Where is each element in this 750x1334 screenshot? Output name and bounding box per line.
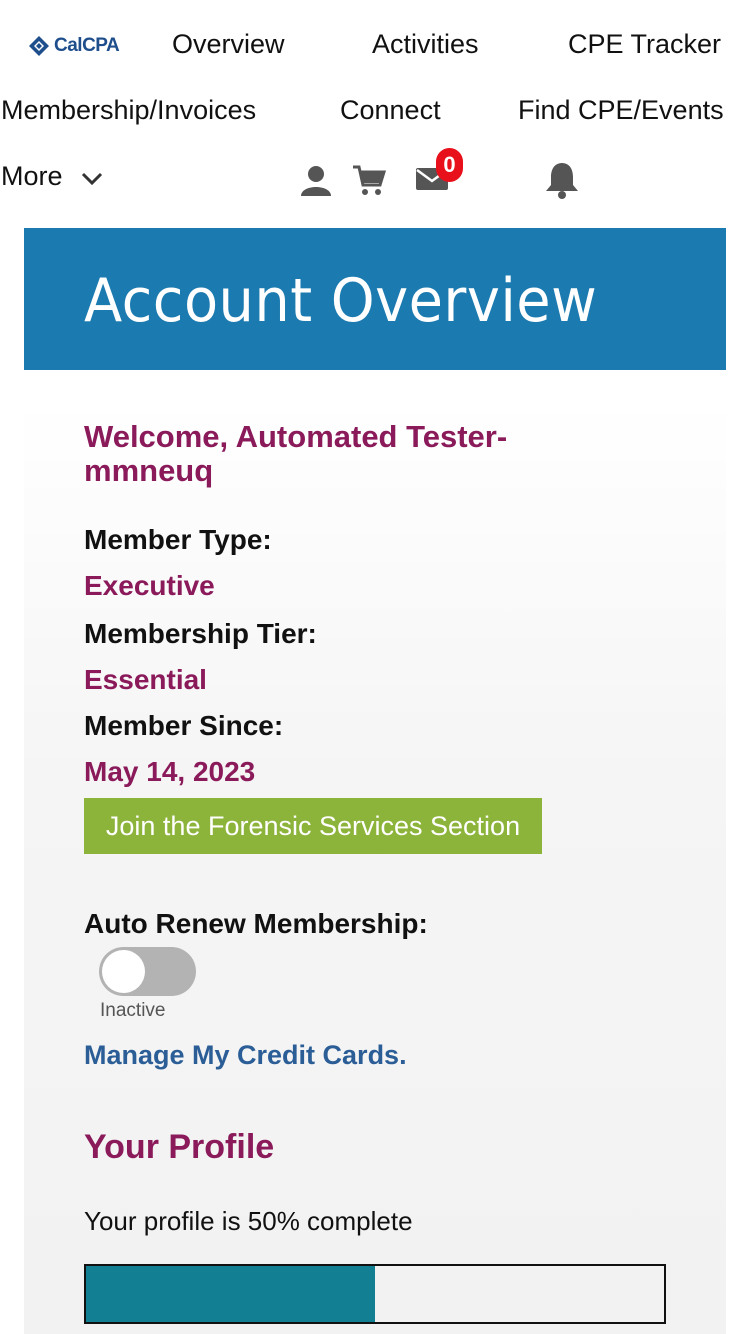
nav-cpe-tracker[interactable]: CPE Tracker (568, 27, 721, 61)
welcome-heading: Welcome, Automated Tester-mmneuq (84, 419, 508, 488)
member-type-value: Executive (84, 570, 215, 601)
chevron-down-icon (81, 172, 103, 185)
member-type-label: Member Type: (84, 524, 272, 555)
account-overview-banner: Account Overview (24, 228, 726, 370)
nav-activities[interactable]: Activities (372, 27, 479, 61)
auto-renew-status: Inactive (100, 1000, 166, 1021)
auto-renew-toggle[interactable] (99, 947, 196, 996)
calcpa-logo[interactable]: CalCPA (28, 32, 128, 60)
toggle-knob (102, 950, 145, 993)
profile-completion-text: Your profile is 50% complete (84, 1206, 413, 1236)
profile-heading: Your Profile (84, 1128, 275, 1166)
calcpa-logo-icon (29, 36, 49, 56)
nav-more-label: More (1, 161, 63, 191)
bell-icon[interactable] (543, 160, 581, 205)
account-summary-card: Welcome, Automated Tester-mmneuq Member … (24, 400, 726, 1334)
member-since-label: Member Since: (84, 710, 284, 741)
member-since-value: May 14, 2023 (84, 756, 256, 787)
top-navigation: CalCPA Overview Activities CPE Tracker M… (0, 0, 750, 220)
user-icon[interactable] (300, 164, 332, 201)
nav-overview[interactable]: Overview (172, 27, 285, 61)
nav-membership-invoices[interactable]: Membership/Invoices (1, 93, 256, 127)
profile-progress-fill (86, 1266, 375, 1322)
nav-find-cpe-events[interactable]: Find CPE/Events (518, 93, 724, 127)
cart-icon[interactable] (352, 164, 387, 201)
profile-progress-bar (84, 1264, 666, 1324)
auto-renew-label: Auto Renew Membership: (84, 908, 428, 939)
manage-credit-cards-link[interactable]: Manage My Credit Cards. (84, 1040, 407, 1071)
logo-text: CalCPA (54, 35, 120, 56)
join-forensic-section-button[interactable]: Join the Forensic Services Section (84, 798, 542, 854)
page-title: Account Overview (84, 266, 598, 336)
membership-tier-label: Membership Tier: (84, 618, 317, 649)
nav-connect[interactable]: Connect (340, 93, 441, 127)
nav-more[interactable]: More (1, 159, 104, 193)
membership-tier-value: Essential (84, 664, 207, 695)
mail-count-badge: 0 (436, 148, 463, 182)
